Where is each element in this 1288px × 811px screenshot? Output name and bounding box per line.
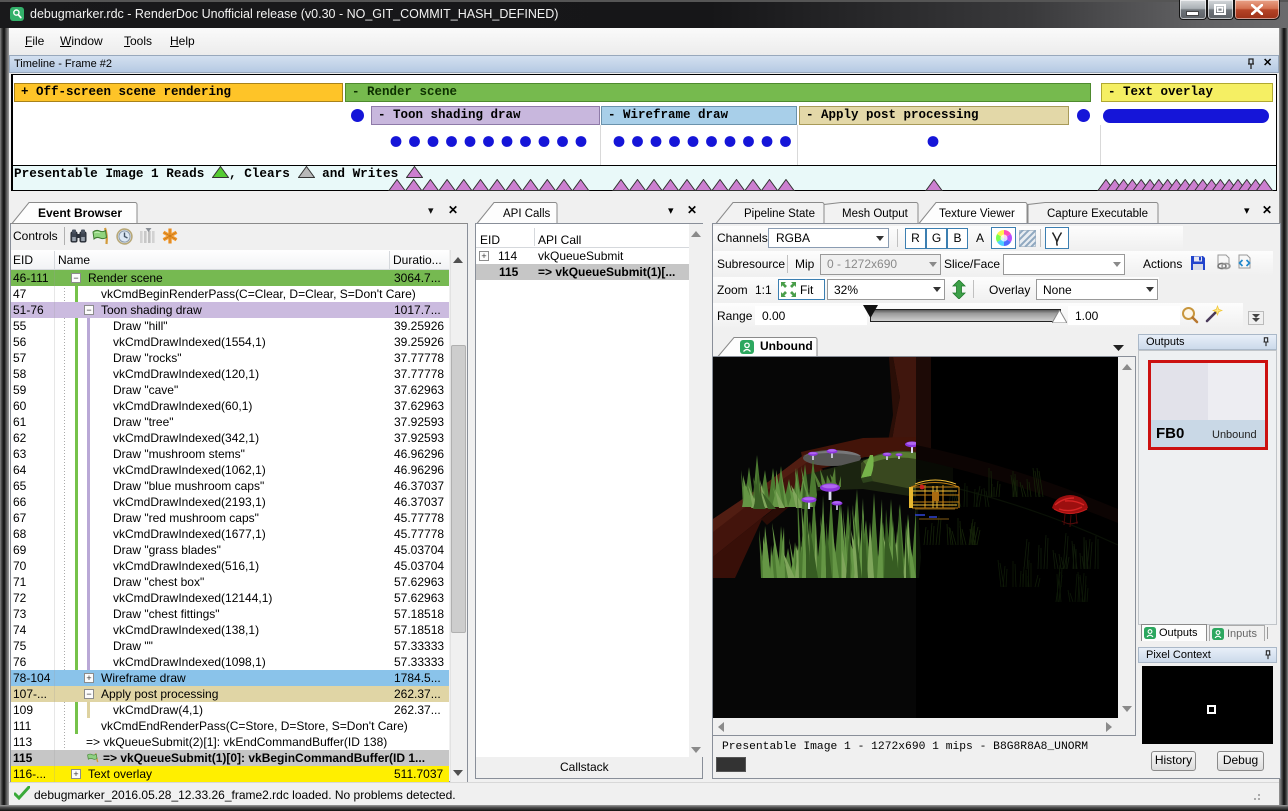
svg-text:Mesh Output: Mesh Output bbox=[842, 208, 909, 220]
svg-text:Capture Executable: Capture Executable bbox=[1047, 208, 1148, 220]
svg-text:Texture Viewer: Texture Viewer bbox=[939, 208, 1015, 220]
svg-text:API Calls: API Calls bbox=[503, 208, 551, 220]
svg-text:Pipeline State: Pipeline State bbox=[744, 208, 815, 220]
svg-text:Event Browser: Event Browser bbox=[38, 206, 122, 220]
